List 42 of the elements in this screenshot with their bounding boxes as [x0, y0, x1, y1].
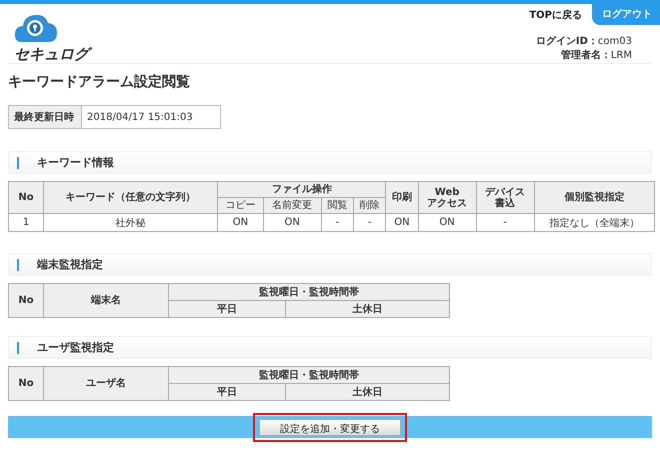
- table-header-cell: 個別監視指定: [534, 182, 654, 214]
- table-cell: -: [353, 214, 386, 232]
- table-cell: ON: [386, 214, 418, 232]
- section-title: 端末監視指定: [37, 257, 103, 272]
- table-header-cell: No: [8, 182, 44, 214]
- table-cell: 2018/04/17 15:01:03: [82, 106, 220, 128]
- table-header-cell: 印刷: [386, 182, 418, 214]
- table-cell: 社外秘: [44, 214, 218, 232]
- field-label: 管理者名：: [560, 50, 611, 61]
- table-header-cell: コピー: [218, 198, 264, 214]
- field-label: ログインID：: [536, 36, 598, 47]
- table-header-cell: 端末名: [44, 284, 168, 318]
- field-value: com03: [598, 36, 632, 47]
- add-change-settings-button[interactable]: 設定を追加・変更する: [259, 418, 401, 436]
- table-cell: ON: [263, 214, 322, 232]
- table-header-cell: ユーザ名: [44, 366, 168, 400]
- table-header-cell: 平日: [168, 300, 286, 318]
- table-header-cell: 土休日: [286, 384, 450, 400]
- section-title: キーワード情報: [37, 155, 114, 170]
- table-cell: ON: [218, 214, 264, 232]
- table-cell: 1: [8, 214, 44, 232]
- table-header-cell: No: [8, 284, 44, 318]
- table-header-cell: キーワード（任意の文字列）: [44, 182, 218, 214]
- table-header-cell: デバイス 書込: [476, 182, 534, 214]
- field-value: LRM: [610, 50, 632, 61]
- page-title: キーワードアラーム設定閲覧: [8, 73, 191, 91]
- table-header-cell: 土休日: [286, 300, 450, 318]
- table-header-cell: 監視曜日・監視時間帯: [168, 366, 450, 384]
- table-header-cell: 平日: [168, 384, 286, 400]
- top-link[interactable]: TOPに戻る: [529, 8, 582, 22]
- table-cell: -: [321, 214, 354, 232]
- table-header-cell: No: [8, 366, 44, 400]
- table-header-cell: 最終更新日時: [8, 106, 82, 128]
- table-header-cell: ファイル操作: [218, 182, 386, 198]
- table-cell: ON: [418, 214, 476, 232]
- table-header-cell: 監視曜日・監視時間帯: [168, 284, 450, 300]
- table-cell: 指定なし（全端末）: [534, 214, 654, 232]
- table-header-cell: 閲覧: [321, 198, 354, 214]
- table-header-cell: 名前変更: [263, 198, 322, 214]
- table-header-cell: Web アクセス: [418, 182, 476, 214]
- section-title: ユーザ監視指定: [37, 340, 114, 355]
- table-cell: -: [476, 214, 534, 232]
